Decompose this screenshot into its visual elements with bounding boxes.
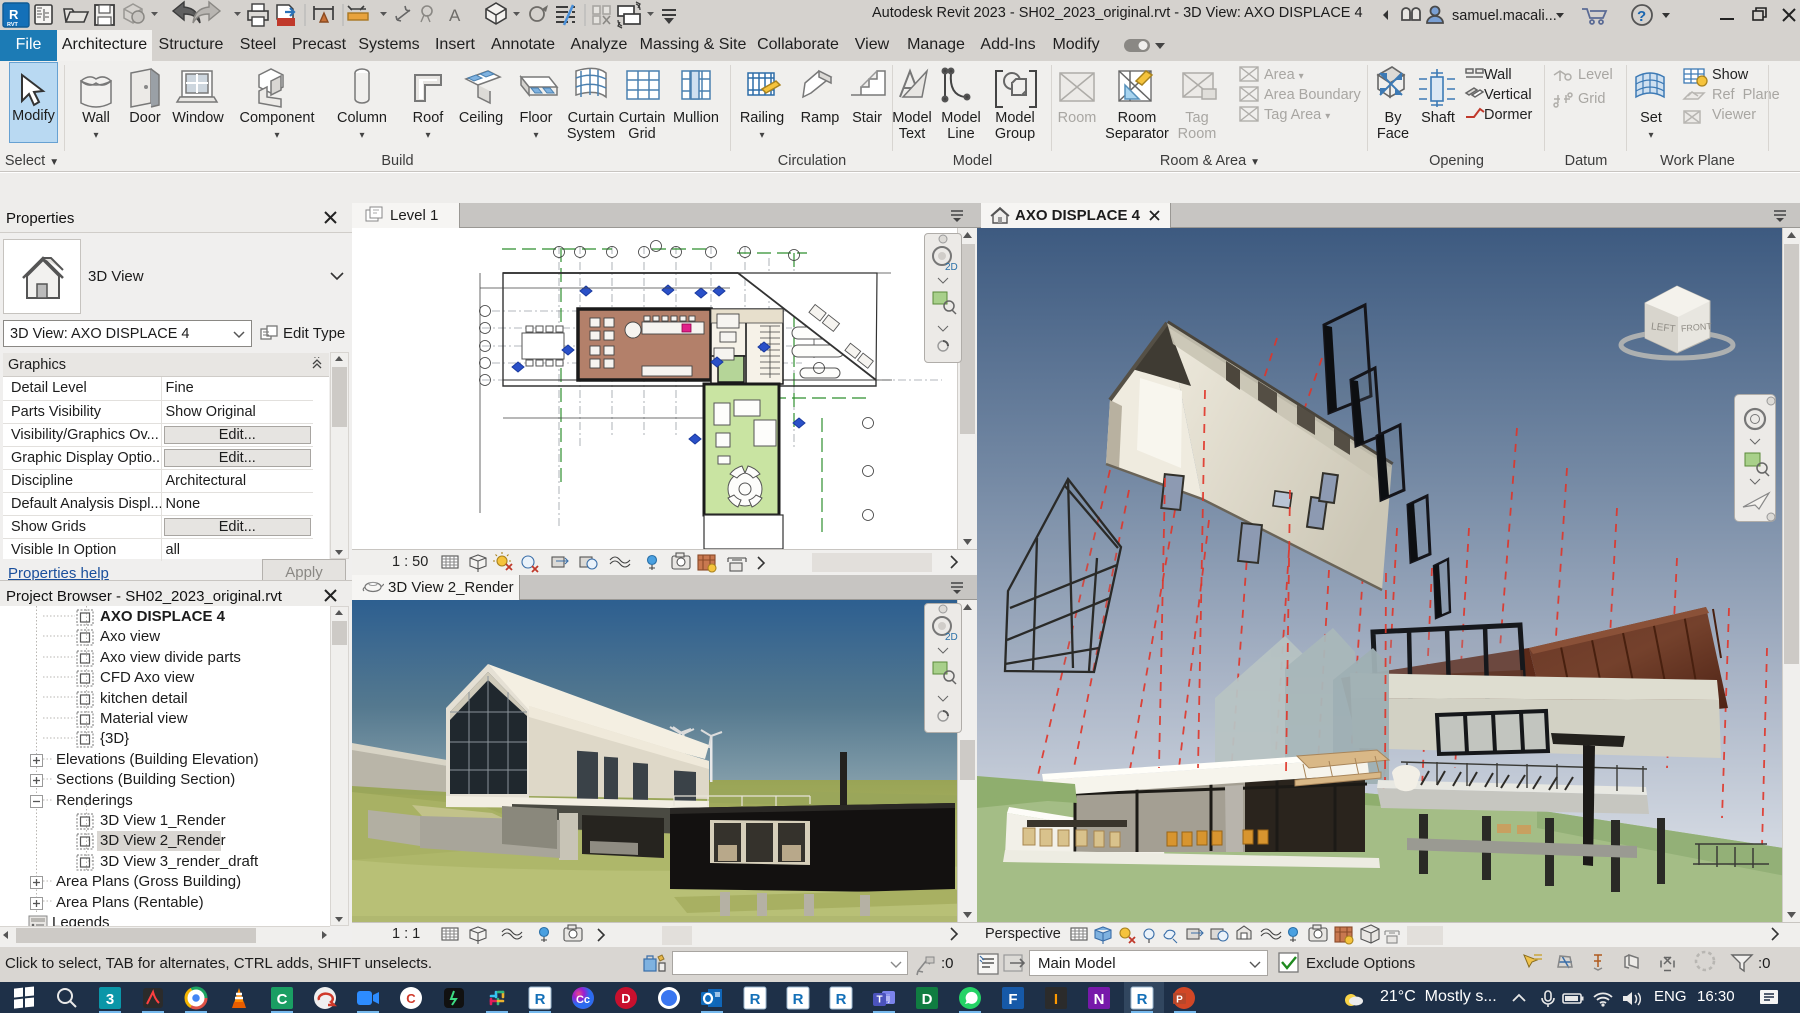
svg-text:R: R: [793, 991, 804, 1008]
svg-text:F: F: [1008, 991, 1017, 1008]
svg-text:R: R: [750, 991, 761, 1008]
svg-text:N: N: [1094, 991, 1105, 1008]
svg-text:2D: 2D: [945, 632, 958, 643]
svg-text:3: 3: [106, 991, 114, 1008]
svg-text:C: C: [406, 991, 416, 1006]
svg-text:D: D: [621, 991, 630, 1006]
svg-text:A: A: [449, 6, 461, 25]
svg-text:R: R: [9, 7, 19, 22]
svg-text:I: I: [1054, 991, 1058, 1008]
svg-text:samuel.macali...: samuel.macali...: [1452, 8, 1557, 24]
svg-text:Cc: Cc: [576, 994, 590, 1006]
svg-text:?: ?: [1637, 8, 1646, 25]
svg-text:P: P: [1176, 995, 1183, 1006]
svg-text:T: T: [876, 995, 882, 1006]
svg-text:R: R: [535, 991, 546, 1008]
svg-text:2D: 2D: [945, 262, 958, 273]
svg-text:D: D: [922, 991, 933, 1008]
svg-text:R: R: [836, 991, 847, 1008]
svg-text:R: R: [1137, 991, 1148, 1008]
svg-text:RVT: RVT: [7, 22, 19, 28]
svg-text:ij: ij: [886, 993, 890, 1003]
svg-text:C: C: [277, 991, 288, 1008]
